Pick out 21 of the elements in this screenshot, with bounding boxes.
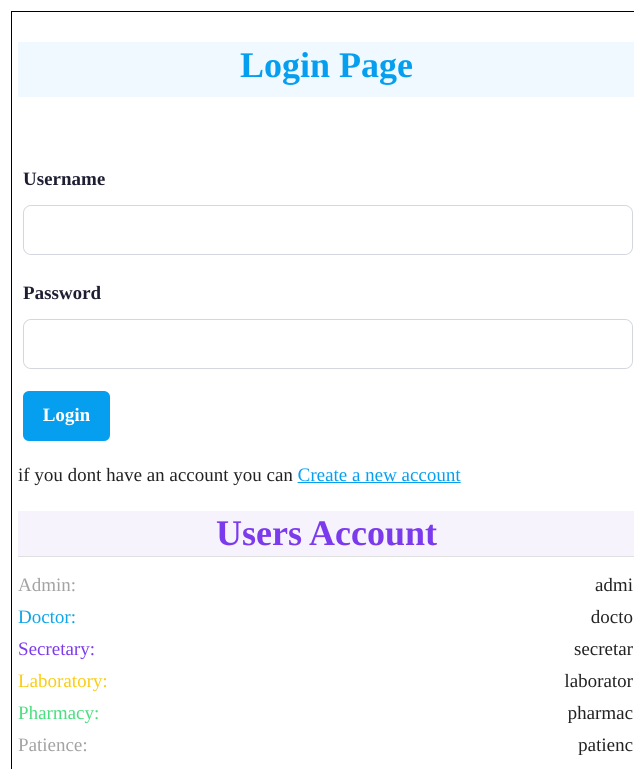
account-value: laborator: [564, 670, 633, 694]
prompt-text: if you dont have an account you can: [18, 465, 293, 486]
input-field[interactable]: [23, 205, 633, 255]
role-label: Doctor:: [18, 606, 76, 630]
account-value: docto: [590, 606, 633, 630]
create-account-link[interactable]: Create a new account: [298, 465, 461, 486]
page-heading: Login Page: [18, 42, 634, 97]
account-value: pharmac: [568, 702, 633, 726]
account-value: admi: [595, 574, 633, 598]
role-label: Secretary:: [18, 638, 96, 662]
field-label: Password: [23, 283, 102, 305]
role-label: Pharmacy:: [18, 702, 100, 726]
account-value: secretar: [574, 638, 633, 662]
input-field[interactable]: [23, 319, 633, 369]
role-label: Laboratory:: [18, 670, 108, 694]
section-heading: Users Account: [18, 511, 634, 557]
account-value: patienc: [578, 734, 633, 758]
login-button[interactable]: Login: [23, 391, 110, 441]
field-label: Username: [23, 169, 106, 191]
role-label: Patience:: [18, 734, 88, 758]
role-label: Admin:: [18, 574, 76, 598]
